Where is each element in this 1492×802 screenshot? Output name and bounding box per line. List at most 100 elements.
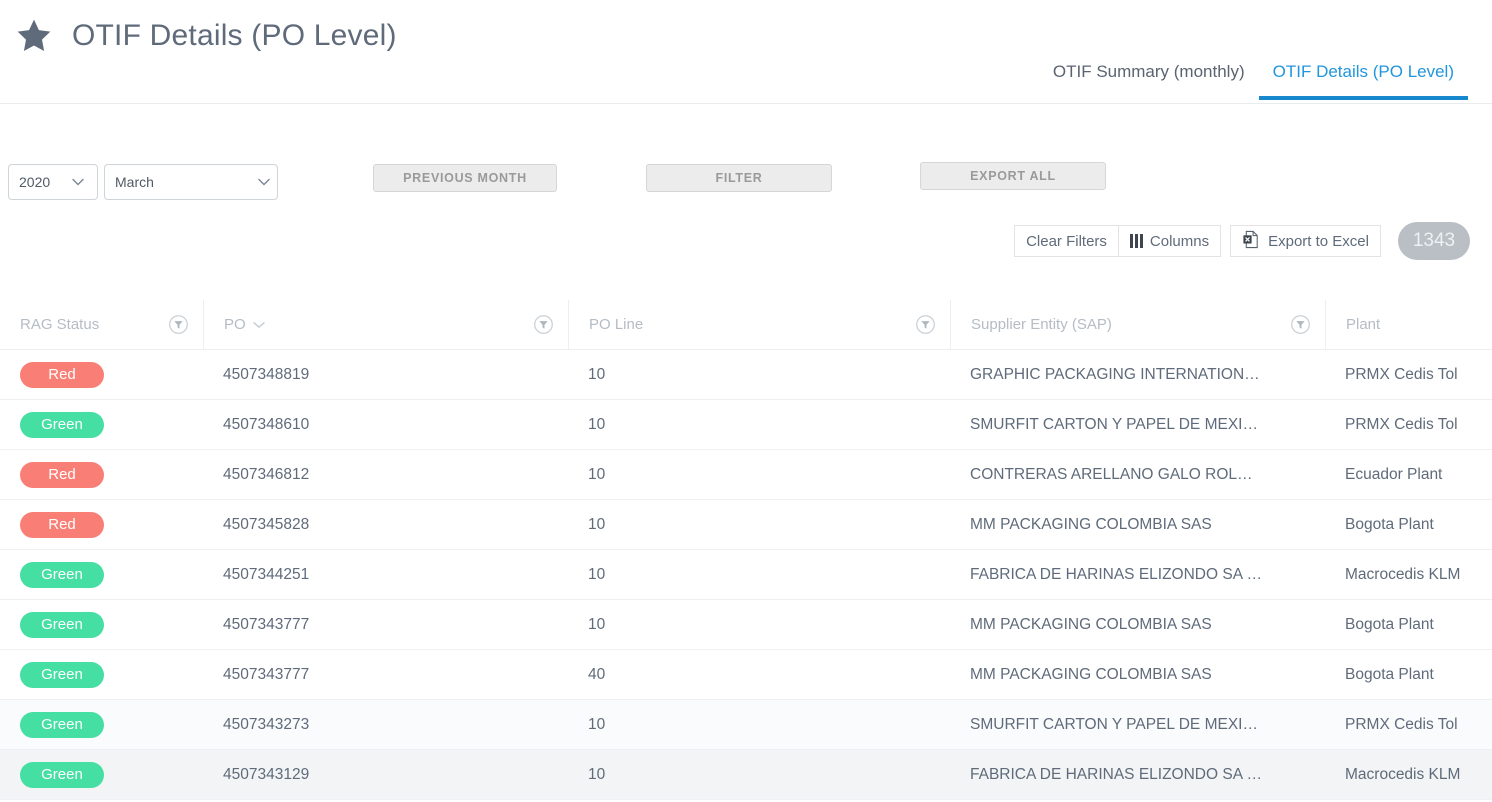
status-badge: Green (20, 661, 104, 688)
table-header-row: RAG Status PO PO Line Supplier Entity (S… (0, 300, 1492, 350)
cell-rag-status: Green (0, 750, 203, 800)
table-row[interactable]: Red 4507346812 10 CONTRERAS ARELLANO GALO R… (0, 450, 1492, 500)
sort-descending-icon (252, 316, 265, 333)
filter-controls: 2020 March PREVIOUS MONTH FILTER EXPORT … (0, 160, 1492, 208)
export-to-excel-label: Export to Excel (1268, 232, 1369, 250)
page-header: OTIF Details (PO Level) (0, 0, 1492, 62)
month-select[interactable]: March (104, 164, 278, 200)
star-icon[interactable] (14, 16, 54, 56)
column-header-supplier-entity[interactable]: Supplier Entity (SAP) (950, 300, 1325, 349)
cell-po: 4507343129 (223, 765, 310, 783)
status-badge: Green (20, 411, 104, 438)
cell-rag-status: Green (0, 550, 203, 600)
table-row[interactable]: Green 4507343273 10 SMURFIT CARTON Y PAPEL … (0, 700, 1492, 750)
status-badge: Green (20, 561, 104, 588)
column-header-label: PO Line (589, 316, 644, 333)
cell-plant: PRMX Cedis Tol (1345, 715, 1458, 733)
column-header-po-line[interactable]: PO Line (568, 300, 950, 349)
cell-plant: Ecuador Plant (1345, 465, 1443, 483)
cell-rag-status: Green (0, 400, 203, 450)
cell-rag-status: Red (0, 500, 203, 550)
cell-supplier-entity: SMURFIT CARTON Y PAPEL DE MEXI… (970, 715, 1258, 733)
cell-rag-status: Green (0, 700, 203, 750)
status-badge: Red (20, 511, 104, 538)
cell-rag-status: Green (0, 600, 203, 650)
status-badge: Green (20, 761, 104, 788)
cell-po-line: 40 (588, 665, 606, 683)
filter-icon[interactable] (168, 314, 189, 335)
cell-po-line: 10 (588, 365, 606, 383)
cell-rag-status: Red (0, 450, 203, 500)
cell-plant: Bogota Plant (1345, 665, 1434, 683)
grid-toolbar: Clear Filters Columns Export to Excel 13… (1014, 222, 1470, 260)
column-header-plant[interactable]: Plant (1325, 300, 1492, 349)
cell-po: 4507344251 (223, 565, 310, 583)
table-row[interactable]: Red 4507348819 10 GRAPHIC PACKAGING INTERNA… (0, 350, 1492, 400)
status-badge: Red (20, 361, 104, 388)
cell-plant: Macrocedis KLM (1345, 765, 1461, 783)
column-header-label: PO (224, 316, 246, 333)
cell-po-line: 10 (588, 615, 606, 633)
cell-po: 4507346812 (223, 465, 310, 483)
column-header-label: Plant (1346, 316, 1381, 333)
record-count-badge: 1343 (1398, 222, 1470, 260)
cell-supplier-entity: GRAPHIC PACKAGING INTERNATION… (970, 365, 1260, 383)
cell-rag-status: Red (0, 350, 203, 400)
column-header-po[interactable]: PO (203, 300, 568, 349)
columns-icon (1129, 234, 1143, 248)
cell-po: 4507343777 (223, 665, 310, 683)
cell-po-line: 10 (588, 565, 606, 583)
clear-filters-label: Clear Filters (1026, 232, 1107, 250)
table-row[interactable]: Green 4507343129 10 FABRICA DE HARINAS ELIZ… (0, 750, 1492, 800)
header-divider (0, 103, 1492, 104)
year-select[interactable]: 2020 (8, 164, 98, 200)
page-title: OTIF Details (PO Level) (72, 19, 397, 52)
status-badge: Red (20, 461, 104, 488)
status-badge: Green (20, 611, 104, 638)
export-all-button[interactable]: EXPORT ALL (920, 162, 1106, 190)
clear-filters-button[interactable]: Clear Filters (1014, 225, 1119, 257)
cell-supplier-entity: SMURFIT CARTON Y PAPEL DE MEXI… (970, 415, 1258, 433)
cell-plant: PRMX Cedis Tol (1345, 365, 1458, 383)
cell-po: 4507343777 (223, 615, 310, 633)
filter-icon[interactable] (1290, 314, 1311, 335)
previous-month-button[interactable]: PREVIOUS MONTH (373, 164, 557, 192)
cell-po: 4507348819 (223, 365, 310, 383)
table-row[interactable]: Green 4507343777 40 MM PACKAGING COLOMBIA S… (0, 650, 1492, 700)
cell-po: 4507343273 (223, 715, 310, 733)
table-row[interactable]: Green 4507344251 10 FABRICA DE HARINAS ELIZ… (0, 550, 1492, 600)
filter-icon[interactable] (915, 314, 936, 335)
cell-supplier-entity: CONTRERAS ARELLANO GALO ROL… (970, 465, 1253, 483)
tab-otif-details[interactable]: OTIF Details (PO Level) (1258, 58, 1468, 100)
cell-plant: PRMX Cedis Tol (1345, 415, 1458, 433)
columns-button[interactable]: Columns (1118, 225, 1222, 257)
cell-supplier-entity: FABRICA DE HARINAS ELIZONDO SA … (970, 765, 1262, 783)
table-body: Red 4507348819 10 GRAPHIC PACKAGING INTERNA… (0, 350, 1492, 800)
columns-label: Columns (1149, 232, 1210, 250)
toolbar-button-group: Clear Filters Columns (1014, 225, 1222, 257)
otif-details-page: OTIF Details (PO Level) OTIF Summary (mo… (0, 0, 1492, 802)
table-row[interactable]: Green 4507343777 10 MM PACKAGING COLOMBIA S… (0, 600, 1492, 650)
cell-po: 4507345828 (223, 515, 310, 533)
cell-supplier-entity: MM PACKAGING COLOMBIA SAS (970, 615, 1212, 633)
excel-file-icon (1242, 230, 1261, 253)
cell-po-line: 10 (588, 415, 606, 433)
filter-icon[interactable] (533, 314, 554, 335)
table-row[interactable]: Red 4507345828 10 MM PACKAGING COLOMBIA SAS… (0, 500, 1492, 550)
otif-details-table: RAG Status PO PO Line Supplier Entity (S… (0, 300, 1492, 802)
cell-po-line: 10 (588, 765, 606, 783)
column-header-label: Supplier Entity (SAP) (971, 316, 1112, 333)
cell-supplier-entity: MM PACKAGING COLOMBIA SAS (970, 665, 1212, 683)
table-row[interactable]: Green 4507348610 10 SMURFIT CARTON Y PAPEL … (0, 400, 1492, 450)
cell-supplier-entity: FABRICA DE HARINAS ELIZONDO SA … (970, 565, 1262, 583)
cell-po-line: 10 (588, 715, 606, 733)
tab-bar: OTIF Summary (monthly) OTIF Details (PO … (1039, 58, 1468, 100)
status-badge: Green (20, 711, 104, 738)
cell-po: 4507348610 (223, 415, 310, 433)
tab-otif-summary[interactable]: OTIF Summary (monthly) (1039, 58, 1259, 100)
cell-plant: Bogota Plant (1345, 515, 1434, 533)
column-header-rag-status[interactable]: RAG Status (0, 300, 203, 349)
cell-plant: Bogota Plant (1345, 615, 1434, 633)
filter-button[interactable]: FILTER (646, 164, 832, 192)
export-to-excel-button[interactable]: Export to Excel (1230, 225, 1381, 257)
